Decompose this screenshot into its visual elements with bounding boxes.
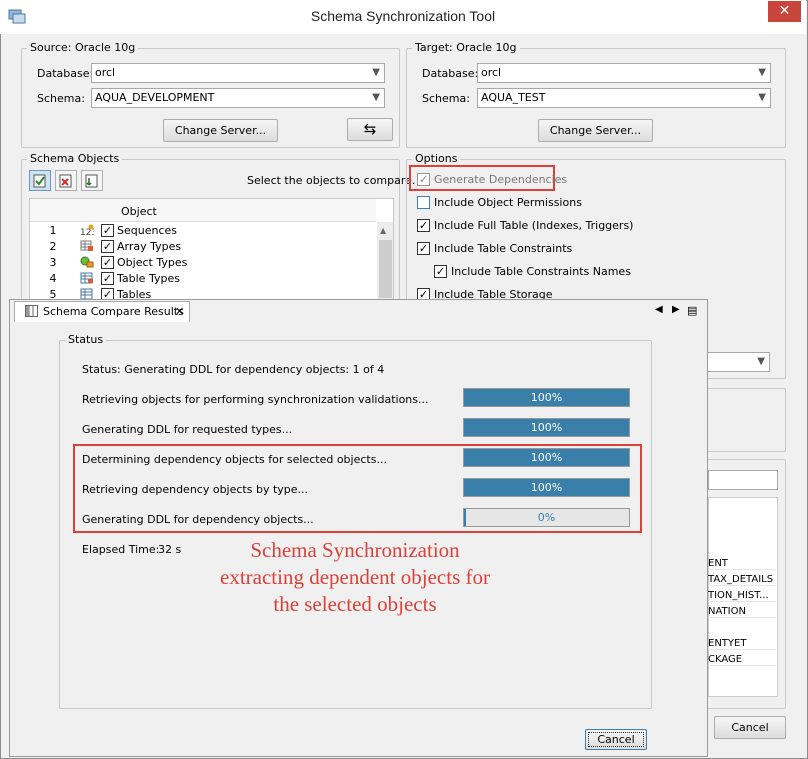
- target-database-label: Database:: [422, 67, 479, 80]
- row-label: Table Types: [117, 272, 180, 285]
- include-constraints-names-checkbox[interactable]: ✓: [434, 265, 447, 278]
- table-header: [30, 199, 376, 222]
- task-progress-bar: 100%: [463, 388, 630, 407]
- include-table-constraints-checkbox[interactable]: ✓: [417, 242, 430, 255]
- target-database-value: orcl: [481, 66, 502, 79]
- chevron-down-icon: ▼: [757, 356, 765, 367]
- progress-percent: 100%: [530, 421, 563, 434]
- window-title: Schema Synchronization Tool: [310, 8, 496, 24]
- tab-close-icon[interactable]: ✕: [175, 305, 184, 318]
- object-type-icon: [80, 256, 94, 268]
- annotation-line-3: the selected objects: [273, 592, 437, 616]
- row-checkbox[interactable]: ✓: [101, 240, 114, 253]
- row-label: Object Types: [117, 256, 188, 269]
- background-group: [706, 388, 786, 452]
- row-number: 4: [49, 272, 57, 285]
- task-progress-bar: 100%: [463, 418, 630, 437]
- invert-selection-icon[interactable]: [81, 170, 103, 191]
- sequence-icon: 123: [80, 224, 94, 236]
- task-progress-bar: 0%: [463, 508, 630, 527]
- status-group-label: Status: [65, 333, 107, 346]
- deselect-all-icon[interactable]: [55, 170, 77, 191]
- task-progress-bar: 100%: [463, 448, 630, 467]
- row-number: 2: [49, 240, 57, 253]
- column-header-object[interactable]: Object: [121, 205, 157, 218]
- results-cancel-button[interactable]: Cancel: [585, 729, 647, 750]
- generate-dependencies-checkbox[interactable]: ✓: [417, 173, 430, 186]
- target-group-label: Target: Oracle 10g: [412, 41, 520, 54]
- include-table-constraints-label: Include Table Constraints: [434, 242, 573, 255]
- results-tab-icon: [25, 305, 38, 317]
- annotation-line-1: Schema Synchronization: [250, 538, 460, 562]
- row-checkbox[interactable]: ✓: [101, 272, 114, 285]
- swap-icon: ⇆: [363, 120, 377, 138]
- task-label: Generating DDL for dependency objects...: [82, 513, 314, 526]
- results-tab-label: Schema Compare Results: [43, 305, 184, 318]
- scrollbar-thumb[interactable]: [379, 240, 392, 298]
- list-item[interactable]: CKAGE: [708, 654, 776, 666]
- list-item[interactable]: NATION: [708, 606, 776, 618]
- tab-list-icon[interactable]: ▤: [687, 304, 697, 317]
- source-database-label: Database:: [37, 67, 94, 80]
- list-item[interactable]: ENTYET: [708, 638, 776, 650]
- background-combo[interactable]: ▼: [700, 352, 770, 372]
- schema-objects-label: Schema Objects: [27, 152, 123, 165]
- generate-dependencies-label: Generate Dependencies: [434, 173, 568, 186]
- include-full-table-label: Include Full Table (Indexes, Triggers): [434, 219, 634, 232]
- target-schema-label: Schema:: [422, 92, 470, 105]
- list-item[interactable]: ENT: [708, 558, 776, 570]
- include-constraints-names-label: Include Table Constraints Names: [451, 265, 631, 278]
- include-full-table-checkbox[interactable]: ✓: [417, 219, 430, 232]
- chevron-down-icon: ▼: [758, 92, 766, 103]
- target-change-server-button[interactable]: Change Server...: [538, 119, 653, 142]
- target-schema-combo[interactable]: AQUA_TEST ▼: [477, 88, 771, 108]
- progress-percent: 100%: [530, 391, 563, 404]
- row-label: Sequences: [117, 224, 177, 237]
- table-type-icon: [80, 272, 93, 284]
- list-item[interactable]: TAX_DETAILS: [708, 574, 776, 586]
- row-label: Array Types: [117, 240, 182, 253]
- task-label: Determining dependency objects for selec…: [82, 453, 387, 466]
- scroll-up-icon[interactable]: ▲: [380, 226, 386, 235]
- row-checkbox[interactable]: ✓: [101, 224, 114, 237]
- row-number: 3: [49, 256, 57, 269]
- include-object-permissions-checkbox[interactable]: [417, 196, 430, 209]
- progress-percent: 100%: [530, 451, 563, 464]
- source-change-server-button[interactable]: Change Server...: [163, 119, 278, 142]
- annotation-line-2: extracting dependent objects for: [220, 565, 490, 589]
- elapsed-time-label: Elapsed Time:: [82, 543, 160, 556]
- task-label: Retrieving objects for performing synchr…: [82, 393, 429, 406]
- progress-percent: 100%: [530, 481, 563, 494]
- source-database-combo[interactable]: orcl ▼: [91, 63, 385, 83]
- source-schema-combo[interactable]: AQUA_DEVELOPMENT ▼: [91, 88, 385, 108]
- row-number: 1: [49, 224, 57, 237]
- background-filter-input[interactable]: [708, 470, 778, 490]
- tab-prev-icon[interactable]: ◀: [655, 304, 663, 315]
- include-object-permissions-label: Include Object Permissions: [434, 196, 582, 209]
- chevron-down-icon: ▼: [372, 92, 380, 103]
- chevron-down-icon: ▼: [372, 67, 380, 78]
- source-database-value: orcl: [95, 66, 116, 79]
- main-cancel-button[interactable]: Cancel: [714, 716, 786, 739]
- options-label: Options: [412, 152, 461, 165]
- task-progress-bar: 100%: [463, 478, 630, 497]
- source-group-label: Source: Oracle 10g: [27, 41, 139, 54]
- source-schema-value: AQUA_DEVELOPMENT: [95, 91, 215, 104]
- schema-objects-hint: Select the objects to compare.: [247, 174, 416, 187]
- row-checkbox[interactable]: ✓: [101, 256, 114, 269]
- target-database-combo[interactable]: orcl ▼: [477, 63, 771, 83]
- list-item[interactable]: TION_HIST...: [708, 590, 776, 602]
- chevron-down-icon: ▼: [758, 67, 766, 78]
- task-label: Generating DDL for requested types...: [82, 423, 293, 436]
- window-close-button[interactable]: ✕: [768, 1, 801, 22]
- select-all-icon[interactable]: [29, 170, 51, 191]
- swap-servers-button[interactable]: ⇆: [347, 118, 393, 141]
- tab-next-icon[interactable]: ▶: [672, 304, 680, 315]
- status-text: Status: Generating DDL for dependency ob…: [82, 363, 385, 376]
- progress-percent: 0%: [537, 511, 556, 524]
- source-schema-label: Schema:: [37, 92, 85, 105]
- target-schema-value: AQUA_TEST: [481, 91, 546, 104]
- task-label: Retrieving dependency objects by type...: [82, 483, 309, 496]
- array-type-icon: [80, 240, 93, 251]
